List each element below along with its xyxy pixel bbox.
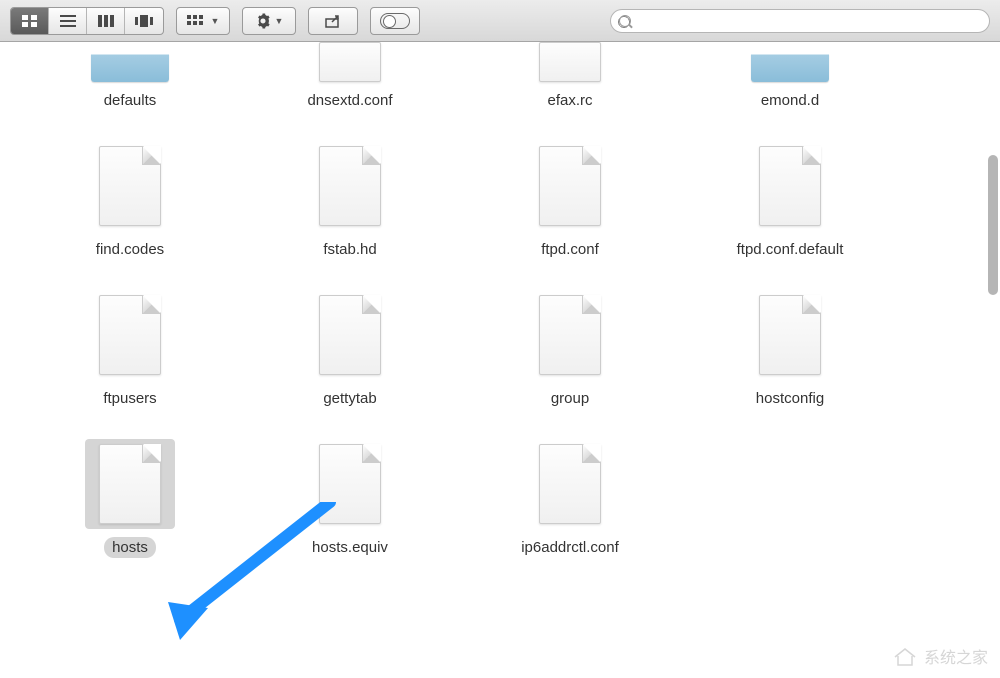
document-icon: [305, 141, 395, 231]
share-button[interactable]: [309, 8, 357, 34]
file-item-ftpusers[interactable]: ftpusers: [20, 290, 240, 409]
document-icon: [745, 290, 835, 380]
file-label: dnsextd.conf: [299, 90, 400, 111]
document-icon: [305, 290, 395, 380]
file-item-fstab-hd[interactable]: fstab.hd: [240, 141, 460, 260]
file-label: efax.rc: [539, 90, 600, 111]
scrollbar-thumb[interactable]: [988, 155, 998, 295]
document-icon: [525, 439, 615, 529]
arrange-group: ▼: [176, 7, 230, 35]
share-group: [308, 7, 358, 35]
file-label: hosts.equiv: [304, 537, 396, 558]
file-label: group: [543, 388, 597, 409]
file-label: find.codes: [88, 239, 172, 260]
document-icon: [525, 42, 615, 82]
toggle-group: [370, 7, 420, 35]
toggle-button[interactable]: [371, 8, 419, 34]
file-item-hosts[interactable]: hosts: [20, 439, 240, 558]
file-label: ftpd.conf: [533, 239, 607, 260]
file-item-hosts-equiv[interactable]: hosts.equiv: [240, 439, 460, 558]
action-group: ▼: [242, 7, 296, 35]
file-label: gettytab: [315, 388, 384, 409]
file-label: ftpusers: [95, 388, 164, 409]
document-icon: [305, 42, 395, 82]
folder-icon: [745, 42, 835, 82]
view-mode-group: [10, 7, 164, 35]
document-icon: [305, 439, 395, 529]
file-item-group[interactable]: group: [460, 290, 680, 409]
file-label: defaults: [96, 90, 165, 111]
chevron-down-icon: ▼: [275, 16, 284, 26]
search-input[interactable]: [610, 9, 990, 33]
file-item-dnsextd-conf[interactable]: dnsextd.conf: [240, 42, 460, 111]
file-item-ip6addrctl-conf[interactable]: ip6addrctl.conf: [460, 439, 680, 558]
file-item-defaults[interactable]: defaults: [20, 42, 240, 111]
folder-icon: [85, 42, 175, 82]
toggle-icon: [380, 13, 410, 29]
arrange-button[interactable]: ▼: [177, 8, 229, 34]
document-icon: [85, 439, 175, 529]
file-label: hosts: [104, 537, 156, 558]
document-icon: [525, 290, 615, 380]
search-box: [610, 9, 990, 33]
file-label: emond.d: [753, 90, 827, 111]
document-icon: [525, 141, 615, 231]
file-label: fstab.hd: [315, 239, 384, 260]
file-item-efax-rc[interactable]: efax.rc: [460, 42, 680, 111]
file-label: ftpd.conf.default: [729, 239, 852, 260]
file-item-hostconfig[interactable]: hostconfig: [680, 290, 900, 409]
view-list-button[interactable]: [49, 8, 87, 34]
view-icon-button[interactable]: [11, 8, 49, 34]
file-item-emond-d[interactable]: emond.d: [680, 42, 900, 111]
view-column-button[interactable]: [87, 8, 125, 34]
file-item-ftpd-conf-default[interactable]: ftpd.conf.default: [680, 141, 900, 260]
view-coverflow-button[interactable]: [125, 8, 163, 34]
file-item-gettytab[interactable]: gettytab: [240, 290, 460, 409]
file-item-ftpd-conf[interactable]: ftpd.conf: [460, 141, 680, 260]
file-grid: defaults dnsextd.conf efax.rc emond.d find.c…: [20, 42, 980, 558]
file-label: ip6addrctl.conf: [513, 537, 627, 558]
document-icon: [745, 141, 835, 231]
document-icon: [85, 141, 175, 231]
file-browser-content[interactable]: defaults dnsextd.conf efax.rc emond.d find.c…: [0, 42, 1000, 678]
file-item-find-codes[interactable]: find.codes: [20, 141, 240, 260]
document-icon: [85, 290, 175, 380]
action-button[interactable]: ▼: [243, 8, 295, 34]
chevron-down-icon: ▼: [211, 16, 220, 26]
file-label: hostconfig: [748, 388, 832, 409]
toolbar: ▼ ▼: [0, 0, 1000, 42]
